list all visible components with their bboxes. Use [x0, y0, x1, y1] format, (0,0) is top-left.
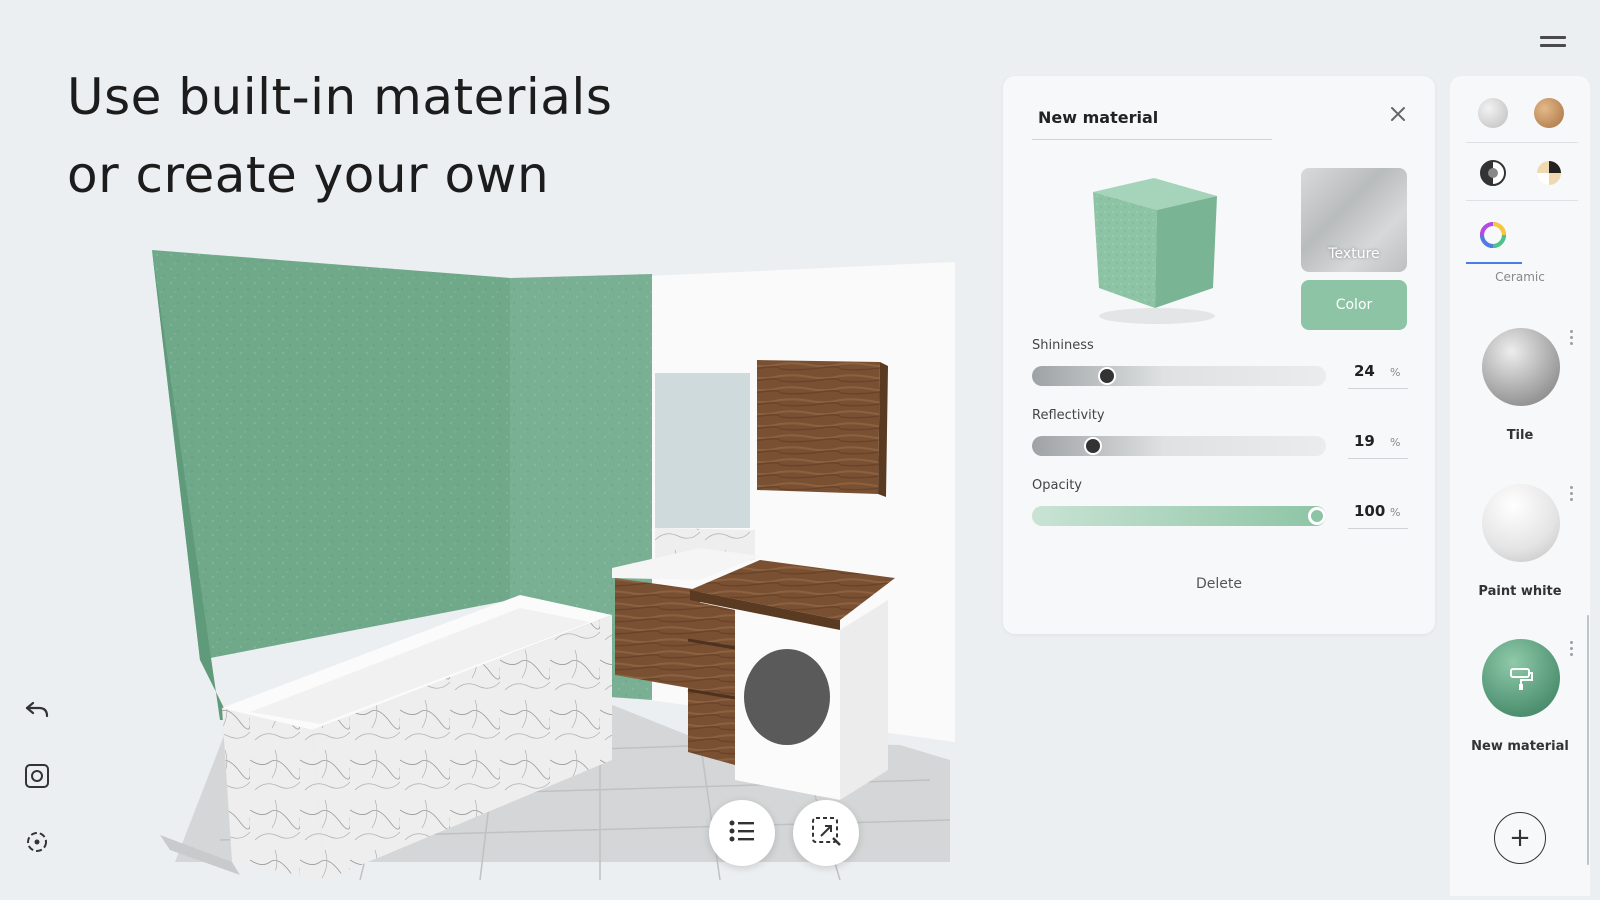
material-library-sidebar: Ceramic Tile Paint white New material +: [1450, 76, 1590, 896]
add-material-button[interactable]: +: [1494, 812, 1546, 864]
material-editor-panel: New material Texture Color Shininess 24%…: [1003, 76, 1435, 634]
reflectivity-unit: %: [1390, 436, 1401, 449]
material-label: Tile: [1506, 428, 1534, 443]
more-options-icon[interactable]: [1568, 641, 1574, 661]
paint-roller-icon: [1510, 668, 1533, 690]
camera-icon[interactable]: [20, 759, 54, 793]
shininess-value: 24: [1354, 362, 1375, 380]
shininess-thumb[interactable]: [1098, 367, 1117, 385]
opacity-value-field[interactable]: 100%: [1348, 494, 1408, 529]
reflectivity-value: 19: [1354, 432, 1375, 450]
texture-button-label: Texture: [1328, 246, 1380, 262]
color-wheel-icon[interactable]: [1478, 220, 1508, 250]
reflectivity-label: Reflectivity: [1032, 408, 1105, 423]
sidebar-scrollbar[interactable]: [1587, 615, 1589, 865]
material-item-new-material[interactable]: New material: [1450, 639, 1590, 769]
gray-sphere-swatch[interactable]: [1478, 98, 1508, 128]
list-button[interactable]: [709, 800, 775, 866]
shininess-unit: %: [1390, 366, 1401, 379]
undo-icon[interactable]: [20, 693, 54, 727]
selection-icon: [809, 814, 843, 852]
delete-button[interactable]: Delete: [1003, 576, 1435, 592]
lighting-category-icon[interactable]: [1534, 158, 1564, 188]
material-preview-cube: [1093, 178, 1217, 324]
more-options-icon[interactable]: [1568, 330, 1574, 350]
reflectivity-slider[interactable]: [1032, 436, 1326, 456]
tile-preview: [1482, 328, 1560, 406]
reflectivity-value-field[interactable]: 19%: [1348, 424, 1408, 459]
texture-button[interactable]: Texture: [1301, 168, 1407, 272]
reflectivity-thumb[interactable]: [1084, 437, 1103, 455]
opacity-unit: %: [1390, 506, 1401, 519]
color-button[interactable]: Color: [1301, 280, 1407, 330]
opacity-slider[interactable]: [1032, 506, 1326, 526]
material-item-paint-white[interactable]: Paint white: [1450, 484, 1590, 614]
close-icon[interactable]: [1386, 102, 1410, 126]
material-label: New material: [1471, 739, 1569, 754]
opacity-label: Opacity: [1032, 478, 1083, 493]
material-category-icon[interactable]: [1478, 158, 1508, 188]
more-options-icon[interactable]: [1568, 486, 1574, 506]
material-item-tile[interactable]: Tile: [1450, 328, 1590, 458]
material-label: Paint white: [1478, 584, 1562, 599]
selection-button[interactable]: [793, 800, 859, 866]
opacity-thumb[interactable]: [1308, 507, 1326, 525]
shininess-label: Shininess: [1032, 338, 1094, 353]
opacity-value: 100: [1354, 502, 1386, 520]
room-3d-view[interactable]: [0, 0, 1000, 900]
category-label: Ceramic: [1495, 270, 1545, 284]
new-material-preview: [1482, 639, 1560, 717]
shininess-value-field[interactable]: 24%: [1348, 354, 1408, 389]
list-icon: [728, 818, 756, 848]
wood-sphere-swatch[interactable]: [1534, 98, 1564, 128]
focus-icon[interactable]: [20, 825, 54, 859]
material-name-field[interactable]: New material: [1032, 96, 1272, 140]
menu-icon[interactable]: [1540, 36, 1566, 50]
paint-white-preview: [1482, 484, 1560, 562]
shininess-slider[interactable]: [1032, 366, 1326, 386]
